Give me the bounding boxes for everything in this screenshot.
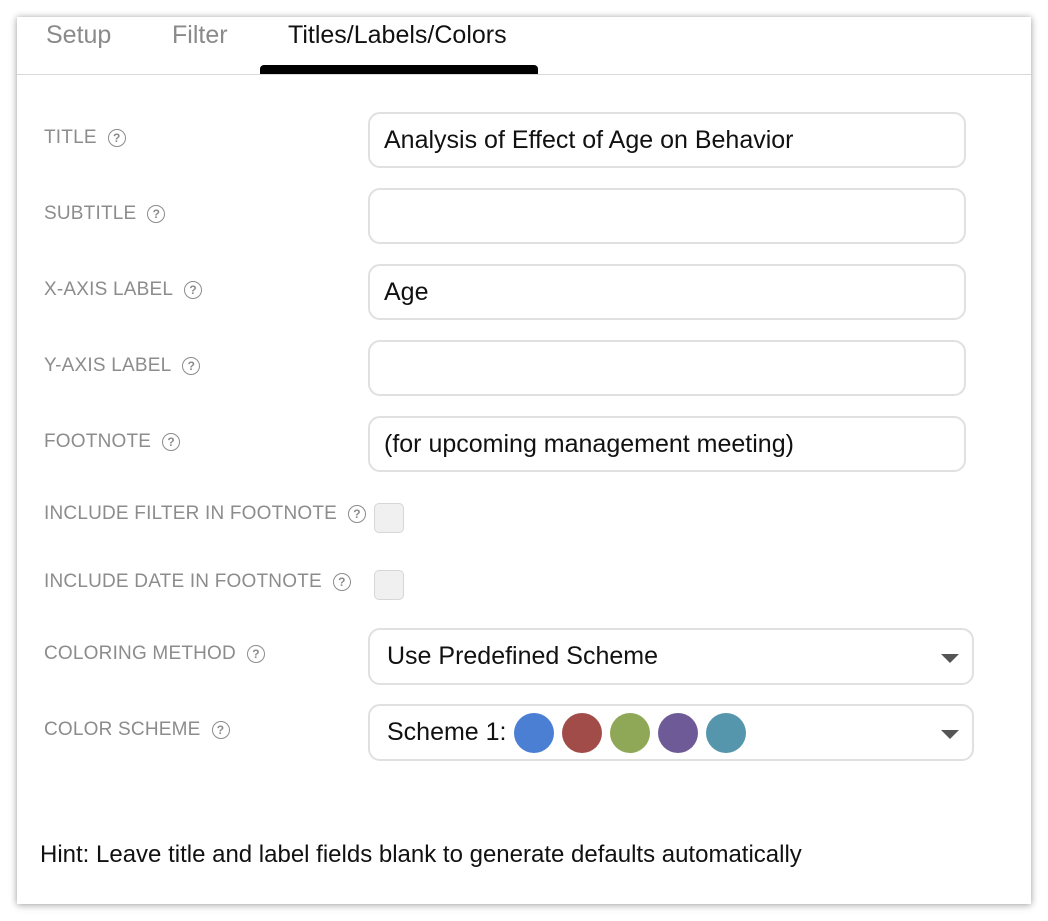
y-axis-label-help-icon[interactable]: ?	[182, 357, 201, 375]
active-tab-indicator	[260, 65, 538, 74]
x-axis-label-text: X-AXIS LABEL	[44, 279, 174, 300]
coloring-method-select[interactable]: Use Predefined Scheme	[368, 628, 974, 685]
color-scheme-help-icon[interactable]: ?	[211, 721, 230, 739]
coloring-method-help-icon[interactable]: ?	[246, 645, 265, 663]
title-input[interactable]	[368, 112, 966, 168]
include-filter-label-text: INCLUDE FILTER IN FOOTNOTE	[44, 503, 338, 524]
title-label: TITLE ?	[44, 127, 126, 149]
color-swatch-2	[561, 712, 602, 753]
subtitle-label: SUBTITLE ?	[44, 203, 166, 225]
chart-settings-panel: Setup Filter Titles/Labels/Colors TITLE …	[17, 17, 1031, 904]
subtitle-label-text: SUBTITLE	[44, 203, 137, 224]
coloring-method-label: COLORING METHOD ?	[44, 643, 265, 665]
hint-text: Hint: Leave title and label fields blank…	[40, 841, 802, 868]
coloring-method-value: Use Predefined Scheme	[387, 642, 658, 670]
color-swatch-1	[513, 712, 554, 753]
footnote-label-text: FOOTNOTE	[44, 431, 152, 452]
include-date-label: INCLUDE DATE IN FOOTNOTE ?	[44, 571, 351, 593]
title-label-text: TITLE	[44, 127, 97, 148]
include-date-help-icon[interactable]: ?	[332, 573, 351, 591]
color-swatch-3	[609, 712, 650, 753]
y-axis-label-text: Y-AXIS LABEL	[44, 355, 172, 376]
tab-titles-labels-colors[interactable]: Titles/Labels/Colors	[288, 21, 507, 50]
include-filter-label: INCLUDE FILTER IN FOOTNOTE ?	[44, 503, 367, 525]
footnote-label: FOOTNOTE ?	[44, 431, 181, 453]
coloring-method-label-text: COLORING METHOD	[44, 643, 236, 664]
x-axis-label-label: X-AXIS LABEL ?	[44, 279, 203, 301]
color-swatch-5	[705, 712, 746, 753]
x-axis-label-help-icon[interactable]: ?	[184, 281, 203, 299]
caret-down-icon	[941, 654, 959, 663]
subtitle-help-icon[interactable]: ?	[147, 205, 166, 223]
subtitle-input[interactable]	[368, 188, 966, 244]
color-scheme-label-text: COLOR SCHEME	[44, 719, 201, 740]
color-scheme-select[interactable]: Scheme 1:	[368, 704, 974, 761]
y-axis-label-input[interactable]	[368, 340, 966, 396]
color-swatch-4	[657, 712, 698, 753]
footnote-input[interactable]	[368, 416, 966, 472]
footnote-help-icon[interactable]: ?	[162, 433, 181, 451]
x-axis-label-input[interactable]	[368, 264, 966, 320]
tab-bar: Setup Filter Titles/Labels/Colors	[17, 17, 1031, 75]
title-help-icon[interactable]: ?	[107, 129, 126, 147]
color-scheme-label: COLOR SCHEME ?	[44, 719, 230, 741]
include-date-label-text: INCLUDE DATE IN FOOTNOTE	[44, 571, 322, 592]
include-filter-help-icon[interactable]: ?	[348, 505, 367, 523]
tab-filter[interactable]: Filter	[172, 21, 228, 50]
include-filter-checkbox[interactable]	[374, 503, 404, 533]
y-axis-label-label: Y-AXIS LABEL ?	[44, 355, 201, 377]
color-scheme-value: Scheme 1:	[387, 718, 507, 746]
tab-setup[interactable]: Setup	[46, 21, 111, 50]
caret-down-icon	[941, 730, 959, 739]
include-date-checkbox[interactable]	[374, 570, 404, 600]
